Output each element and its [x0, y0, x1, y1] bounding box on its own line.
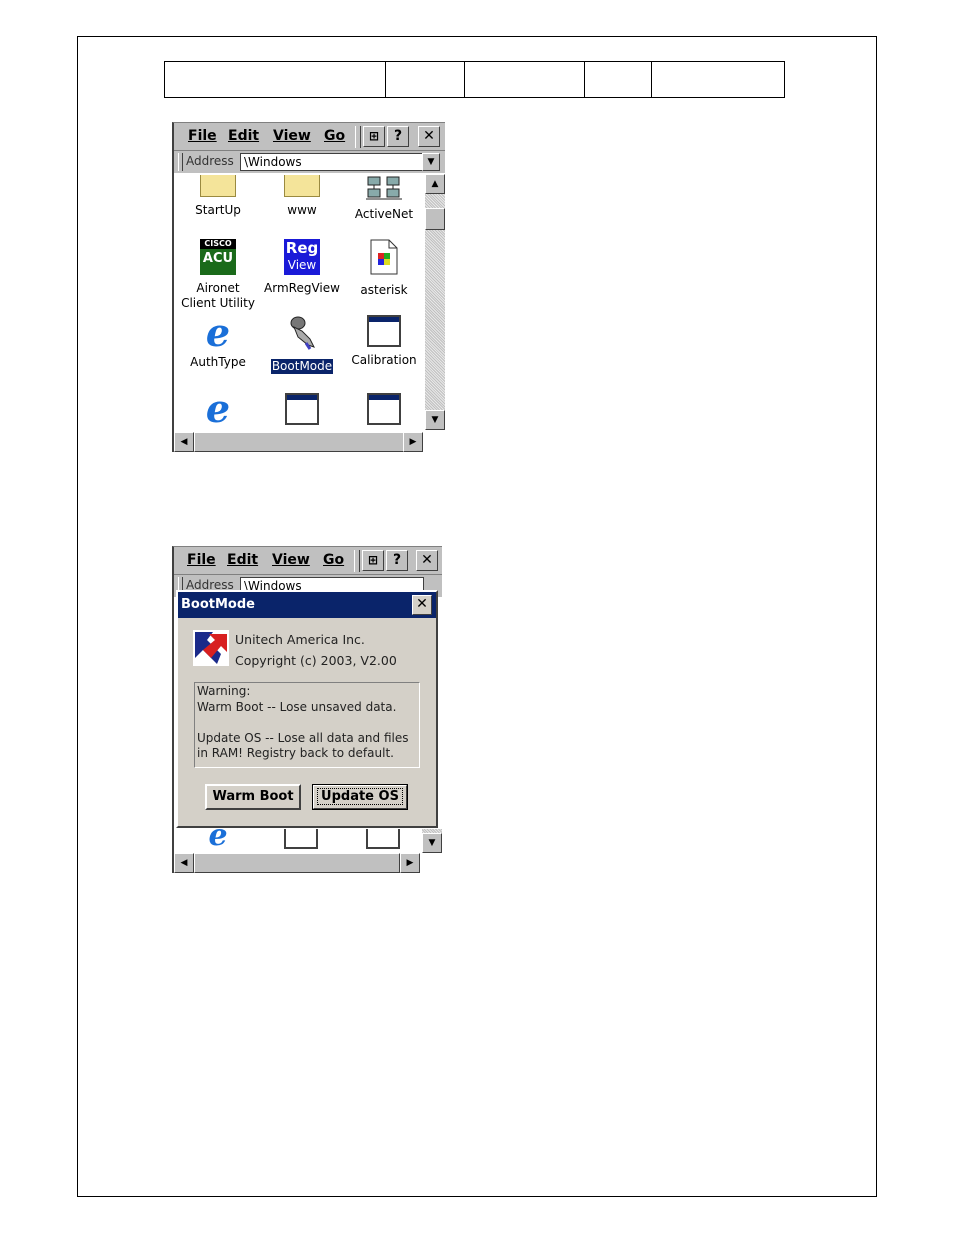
regview-icon: Reg View — [284, 239, 320, 275]
icon-item-aironet[interactable]: CISCO ACU Aironet Client Utility — [176, 239, 260, 311]
scroll-left-icon[interactable]: ◀ — [174, 432, 194, 452]
icon-label: Aironet Client Utility — [181, 281, 255, 310]
menu-bar: File Edit View Go ⊞ ? ✕ — [174, 547, 442, 575]
warning-box: Warning: Warm Boot -- Lose unsaved data.… — [194, 682, 420, 768]
icon-label: www — [287, 203, 317, 217]
help-button[interactable]: ? — [386, 550, 408, 571]
dialog-title-bar: BootMode ✕ — [178, 592, 436, 618]
close-button[interactable]: ✕ — [416, 550, 438, 571]
scroll-right-icon[interactable]: ▶ — [403, 432, 423, 452]
toolbar-grip[interactable] — [354, 550, 360, 572]
scroll-down-icon[interactable]: ▼ — [425, 410, 445, 430]
menu-edit[interactable]: Edit — [227, 552, 258, 568]
icon-item-calibration[interactable]: Calibration — [342, 315, 426, 368]
application-window-icon — [284, 829, 318, 849]
vertical-scrollbar[interactable]: ▲ ▼ — [425, 174, 445, 430]
icon-item-www[interactable]: www — [260, 175, 344, 218]
header-table — [164, 61, 785, 98]
warning-line: Update OS -- Lose all data and files — [197, 730, 409, 745]
header-cell — [651, 61, 785, 98]
icon-label: AuthType — [190, 355, 246, 369]
icon-item-activenet[interactable]: ActiveNet — [342, 175, 426, 222]
scroll-thumb[interactable] — [194, 432, 404, 452]
internet-explorer-icon: e — [205, 310, 231, 355]
icon-label: ActiveNet — [354, 207, 414, 221]
cisco-acu-icon: CISCO ACU — [200, 239, 236, 275]
unitech-logo-icon — [193, 630, 229, 666]
toolbar-grip[interactable] — [355, 126, 361, 148]
internet-explorer-icon: e — [205, 386, 231, 431]
application-window-icon — [367, 315, 401, 347]
icon-item-authtype[interactable]: e AuthType — [176, 310, 260, 370]
properties-icon[interactable]: ⊞ — [363, 126, 385, 147]
icon-label: BootMode — [269, 358, 335, 375]
update-os-button[interactable]: Update OS — [312, 784, 408, 810]
warning-line: Warm Boot -- Lose unsaved data. — [197, 699, 397, 714]
warm-boot-button[interactable]: Warm Boot — [205, 784, 301, 810]
scroll-right-icon[interactable]: ▶ — [400, 853, 420, 873]
explorer-window: File Edit View Go ⊞ ? ✕ Address \Windows… — [172, 122, 445, 452]
icon-item-startup[interactable]: StartUp — [176, 175, 260, 218]
help-button[interactable]: ? — [387, 126, 409, 147]
menu-go[interactable]: Go — [324, 128, 345, 144]
application-window-icon — [366, 829, 400, 849]
icon-item-bootmode[interactable]: BootMode — [260, 315, 344, 375]
copyright-text: Copyright (c) 2003, V2.00 — [235, 653, 397, 668]
scroll-thumb[interactable] — [194, 853, 400, 873]
vertical-scrollbar[interactable]: ▼ — [422, 829, 442, 853]
menu-view[interactable]: View — [272, 552, 310, 568]
application-window-icon — [367, 393, 401, 425]
application-window-icon — [285, 393, 319, 425]
close-button[interactable]: ✕ — [418, 126, 440, 147]
scroll-up-icon[interactable]: ▲ — [425, 174, 445, 194]
header-cell — [164, 61, 386, 98]
scroll-down-icon[interactable]: ▼ — [422, 833, 442, 853]
address-grip[interactable] — [178, 153, 183, 171]
icon-item-app[interactable] — [260, 393, 344, 425]
icon-item-ie[interactable]: e — [176, 386, 260, 431]
menu-file[interactable]: File — [187, 552, 216, 568]
icon-item-armregview[interactable]: Reg View ArmRegView — [260, 239, 344, 296]
header-cell — [385, 61, 465, 98]
address-label: Address — [186, 154, 234, 168]
address-input[interactable]: \Windows — [240, 153, 424, 171]
bootmode-dialog: BootMode ✕ Unitech America Inc. Copyrigh… — [176, 590, 438, 828]
icon-item-app[interactable] — [342, 393, 426, 425]
address-bar: Address \Windows ▼ — [174, 151, 445, 173]
dialog-title: BootMode — [181, 597, 255, 612]
warning-line — [197, 715, 417, 731]
folder-icon — [200, 175, 236, 197]
menu-bar: File Edit View Go ⊞ ? ✕ — [174, 123, 445, 151]
folder-icon — [284, 175, 320, 197]
menu-view[interactable]: View — [273, 128, 311, 144]
icon-label: StartUp — [195, 203, 241, 217]
menu-edit[interactable]: Edit — [228, 128, 259, 144]
icon-label: asterisk — [360, 283, 408, 297]
company-name: Unitech America Inc. — [235, 632, 365, 647]
menu-go[interactable]: Go — [323, 552, 344, 568]
properties-icon[interactable]: ⊞ — [362, 550, 384, 571]
icon-item-asterisk[interactable]: asterisk — [342, 239, 426, 298]
header-cell — [464, 61, 585, 98]
icon-label: ArmRegView — [264, 281, 340, 295]
document-icon — [370, 239, 398, 275]
network-icon — [366, 176, 402, 200]
icon-label: Calibration — [351, 353, 417, 367]
header-cell — [584, 61, 652, 98]
menu-file[interactable]: File — [188, 128, 217, 144]
dialog-close-button[interactable]: ✕ — [412, 595, 432, 615]
warning-line: in RAM! Registry back to default. — [197, 746, 394, 760]
scroll-left-icon[interactable]: ◀ — [174, 853, 194, 873]
chevron-down-icon[interactable]: ▼ — [422, 153, 440, 171]
horizontal-scrollbar[interactable]: ◀ ▶ — [174, 432, 423, 452]
warning-line: Warning: — [197, 684, 251, 698]
horizontal-scrollbar[interactable]: ◀ ▶ — [174, 853, 420, 873]
bootmode-hand-icon — [290, 316, 315, 350]
scroll-thumb[interactable] — [425, 208, 445, 230]
